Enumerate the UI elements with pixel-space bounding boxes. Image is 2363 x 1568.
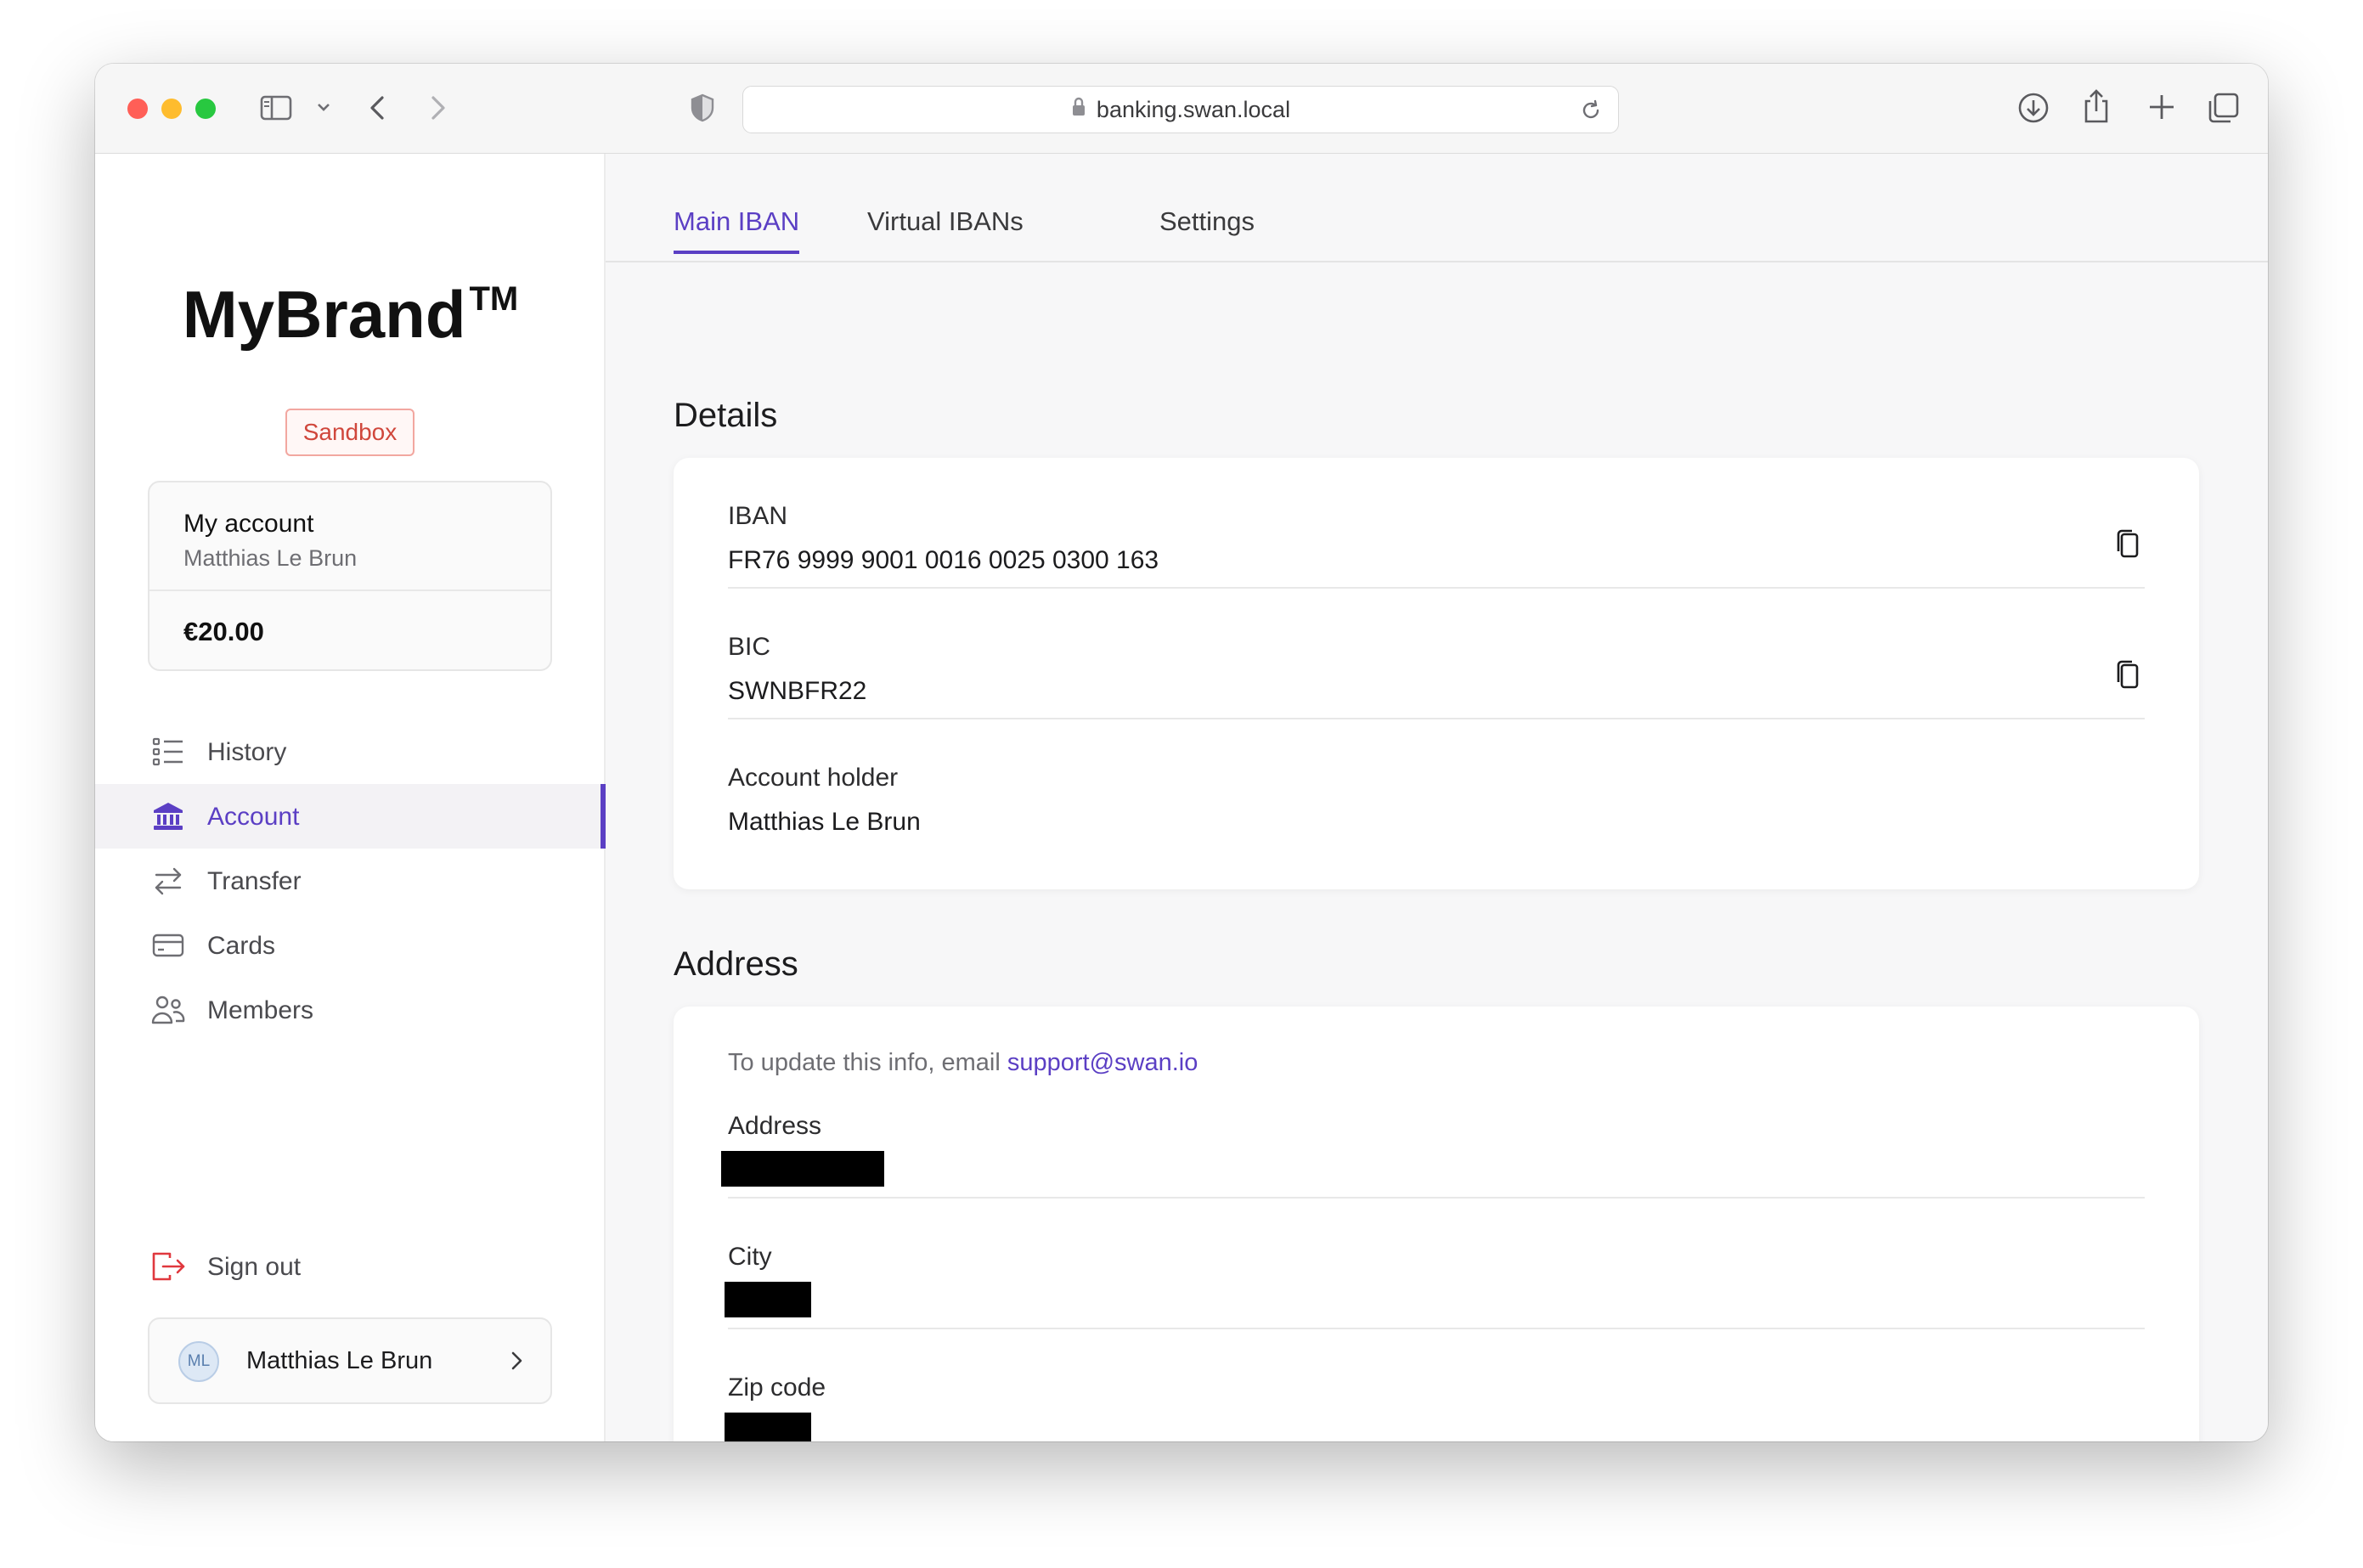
nav-item-history[interactable]: History <box>95 719 606 784</box>
sign-out-button[interactable]: Sign out <box>95 1241 606 1292</box>
card-divider <box>149 589 550 591</box>
sidebar-toggle-icon[interactable] <box>260 94 292 121</box>
zip-code-label: Zip code <box>728 1373 826 1402</box>
bic-label: BIC <box>728 633 771 661</box>
address-field: Address <box>721 1068 2145 1199</box>
avatar: ML <box>178 1341 219 1382</box>
transfer-arrows-icon <box>151 864 185 898</box>
browser-window: banking.swan.local MyBrand TM Sandbox My … <box>95 64 2268 1441</box>
environment-badge: Sandbox <box>285 409 415 456</box>
close-window-button[interactable] <box>127 99 148 119</box>
tab-overview-icon[interactable] <box>2207 91 2241 125</box>
address-label: Address <box>728 1112 822 1140</box>
browser-toolbar: banking.swan.local <box>95 64 2268 154</box>
user-name: Matthias Le Brun <box>246 1347 433 1374</box>
minimize-window-button[interactable] <box>161 99 182 119</box>
nav-label-history: History <box>207 738 287 766</box>
account-holder-field: Account holder Matthias Le Brun <box>728 719 2145 850</box>
new-tab-icon[interactable] <box>2147 93 2176 121</box>
forward-icon[interactable] <box>428 93 448 123</box>
main-content: Main IBAN Virtual IBANs Settings Details… <box>606 154 2268 1441</box>
iban-value: FR76 9999 9001 0016 0025 0300 163 <box>728 546 1159 574</box>
city-label: City <box>728 1243 772 1271</box>
bank-icon <box>151 799 185 833</box>
downloads-icon[interactable] <box>2016 91 2050 125</box>
back-icon[interactable] <box>367 93 387 123</box>
sign-out-label: Sign out <box>207 1253 302 1281</box>
zoom-window-button[interactable] <box>195 99 216 119</box>
redacted-address <box>721 1151 884 1187</box>
city-field: City <box>725 1199 2145 1329</box>
zip-code-field: Zip code <box>725 1329 2145 1441</box>
user-profile-button[interactable]: ML Matthias Le Brun <box>148 1317 552 1404</box>
nav-label-account: Account <box>207 803 300 831</box>
share-icon[interactable] <box>2081 87 2112 125</box>
redacted-city <box>725 1282 811 1317</box>
account-holder-value: Matthias Le Brun <box>728 808 921 836</box>
reload-icon[interactable] <box>1579 99 1603 128</box>
nav-item-cards[interactable]: Cards <box>95 913 606 978</box>
chevron-down-icon[interactable] <box>316 101 331 113</box>
nav-item-members[interactable]: Members <box>95 978 606 1042</box>
tab-settings[interactable]: Settings <box>1159 206 1255 237</box>
privacy-shield-icon[interactable] <box>690 93 715 123</box>
account-title: My account <box>183 510 314 538</box>
bic-field: BIC SWNBFR22 <box>728 589 2145 719</box>
copy-bic-icon[interactable] <box>2114 660 2141 695</box>
tab-bar: Main IBAN Virtual IBANs Settings <box>606 154 2268 262</box>
address-panel: To update this info, email support@swan.… <box>674 1007 2199 1441</box>
lock-icon <box>1071 97 1086 123</box>
account-owner: Matthias Le Brun <box>183 545 358 571</box>
chevron-right-icon <box>508 1348 525 1378</box>
copy-iban-icon[interactable] <box>2114 529 2141 564</box>
details-section-title: Details <box>674 397 778 434</box>
members-icon <box>151 993 185 1027</box>
address-bar[interactable]: banking.swan.local <box>742 86 1619 133</box>
iban-field: IBAN FR76 9999 9001 0016 0025 0300 163 <box>728 458 2145 589</box>
nav-label-members: Members <box>207 996 314 1024</box>
card-icon <box>151 928 185 962</box>
nav-item-account[interactable]: Account <box>95 784 606 849</box>
nav-label-transfer: Transfer <box>207 867 302 895</box>
tab-virtual-ibans[interactable]: Virtual IBANs <box>867 206 1024 237</box>
url-text: banking.swan.local <box>1096 96 1291 122</box>
sidebar: MyBrand TM Sandbox My account Matthias Le… <box>95 154 606 1441</box>
details-panel: IBAN FR76 9999 9001 0016 0025 0300 163 B… <box>674 458 2199 889</box>
redacted-zip-code <box>725 1413 811 1441</box>
account-summary-card[interactable]: My account Matthias Le Brun €20.00 <box>148 481 552 671</box>
list-icon <box>151 735 185 769</box>
nav-item-transfer[interactable]: Transfer <box>95 849 606 913</box>
bic-value: SWNBFR22 <box>728 677 867 705</box>
account-holder-label: Account holder <box>728 764 899 792</box>
iban-label: IBAN <box>728 502 788 530</box>
sign-out-icon <box>151 1249 187 1290</box>
brand-logo: MyBrand TM <box>182 277 519 352</box>
address-section-title: Address <box>674 945 798 983</box>
tab-main-iban[interactable]: Main IBAN <box>674 206 800 254</box>
account-balance: €20.00 <box>183 617 264 646</box>
nav-label-cards: Cards <box>207 932 276 960</box>
